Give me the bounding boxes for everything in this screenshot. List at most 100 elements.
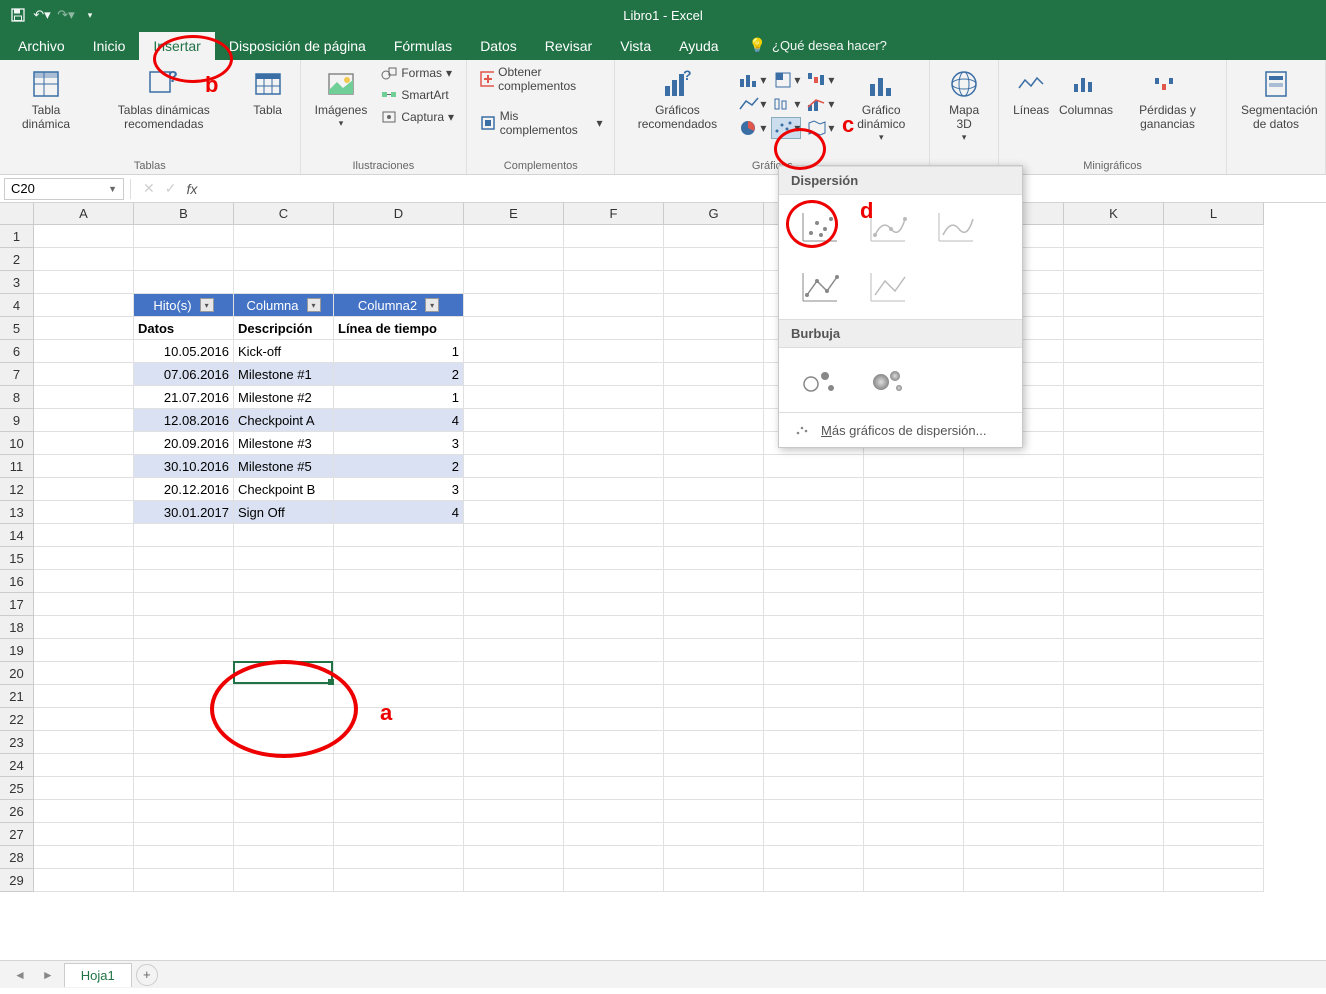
column-header[interactable]: F [564, 203, 664, 225]
cell[interactable]: 07.06.2016 [134, 363, 234, 386]
formula-input[interactable] [207, 178, 1326, 200]
cell[interactable] [864, 547, 964, 570]
cell[interactable] [964, 524, 1064, 547]
cell[interactable] [764, 639, 864, 662]
cell[interactable] [1064, 685, 1164, 708]
cell[interactable] [234, 869, 334, 892]
cell[interactable] [664, 248, 764, 271]
cell[interactable] [1064, 501, 1164, 524]
cell[interactable] [664, 294, 764, 317]
cell[interactable] [664, 409, 764, 432]
cell[interactable] [964, 616, 1064, 639]
cell[interactable] [334, 524, 464, 547]
row-header[interactable]: 18 [0, 616, 34, 639]
cell[interactable] [234, 846, 334, 869]
cell[interactable] [1064, 294, 1164, 317]
scatter-smooth-option[interactable] [931, 207, 979, 247]
tab-vista[interactable]: Vista [606, 32, 665, 60]
cell[interactable] [1164, 363, 1264, 386]
cell[interactable] [334, 708, 464, 731]
cell[interactable] [1064, 662, 1164, 685]
cell[interactable] [34, 846, 134, 869]
cell[interactable] [134, 754, 234, 777]
cell[interactable] [1064, 708, 1164, 731]
row-header[interactable]: 2 [0, 248, 34, 271]
cell[interactable] [564, 478, 664, 501]
cell[interactable] [1164, 432, 1264, 455]
pie-chart-icon[interactable]: ▾ [737, 117, 767, 139]
cell[interactable]: Milestone #3 [234, 432, 334, 455]
cell[interactable] [234, 225, 334, 248]
cell[interactable] [864, 869, 964, 892]
cell[interactable] [664, 547, 764, 570]
cell[interactable] [664, 317, 764, 340]
cell[interactable] [1164, 800, 1264, 823]
cell[interactable] [664, 754, 764, 777]
cell[interactable] [234, 685, 334, 708]
cell[interactable] [664, 777, 764, 800]
row-header[interactable]: 3 [0, 271, 34, 294]
cell[interactable]: Datos [134, 317, 234, 340]
cell[interactable] [134, 271, 234, 294]
qat-more-icon[interactable]: ▾ [80, 5, 100, 25]
cell[interactable] [134, 639, 234, 662]
cell[interactable] [234, 823, 334, 846]
cell[interactable] [34, 340, 134, 363]
cell[interactable] [764, 846, 864, 869]
row-header[interactable]: 21 [0, 685, 34, 708]
cell[interactable] [864, 777, 964, 800]
row-header[interactable]: 22 [0, 708, 34, 731]
cell[interactable] [1064, 639, 1164, 662]
cell[interactable] [464, 271, 564, 294]
cell[interactable] [764, 455, 864, 478]
line-chart-icon[interactable]: ▾ [737, 93, 767, 115]
tab-formulas[interactable]: Fórmulas [380, 32, 466, 60]
slicer-button[interactable]: Segmentación de datos [1237, 64, 1315, 134]
images-button[interactable]: Imágenes ▾ [311, 64, 372, 130]
cell[interactable] [134, 248, 234, 271]
cell[interactable] [34, 823, 134, 846]
column-header[interactable]: A [34, 203, 134, 225]
cell[interactable] [234, 777, 334, 800]
sheet-nav-next[interactable]: ► [36, 968, 60, 982]
cell[interactable] [1064, 593, 1164, 616]
cell[interactable] [334, 225, 464, 248]
cell[interactable] [334, 593, 464, 616]
scatter-lines-option[interactable] [863, 267, 911, 307]
cell[interactable] [234, 547, 334, 570]
cell[interactable] [334, 731, 464, 754]
cell[interactable] [234, 248, 334, 271]
cell[interactable] [964, 570, 1064, 593]
cell[interactable] [1064, 547, 1164, 570]
cell[interactable] [564, 616, 664, 639]
cell[interactable]: 30.10.2016 [134, 455, 234, 478]
row-header[interactable]: 26 [0, 800, 34, 823]
select-all-corner[interactable] [0, 203, 34, 225]
cell[interactable] [34, 386, 134, 409]
cell[interactable] [764, 570, 864, 593]
cell[interactable] [664, 708, 764, 731]
cell[interactable] [464, 409, 564, 432]
tab-insertar[interactable]: Insertar [139, 32, 214, 60]
cell[interactable] [664, 386, 764, 409]
cell[interactable] [1064, 800, 1164, 823]
cell[interactable] [564, 294, 664, 317]
cell[interactable] [234, 524, 334, 547]
cell[interactable]: 4 [334, 409, 464, 432]
cell[interactable] [764, 869, 864, 892]
cell[interactable] [34, 363, 134, 386]
cell[interactable] [134, 800, 234, 823]
cell[interactable]: 1 [334, 386, 464, 409]
waterfall-chart-icon[interactable]: ▾ [805, 69, 835, 91]
cell[interactable] [464, 294, 564, 317]
cell[interactable] [134, 225, 234, 248]
row-header[interactable]: 8 [0, 386, 34, 409]
capture-button[interactable]: Captura ▾ [379, 108, 456, 126]
row-header[interactable]: 19 [0, 639, 34, 662]
column-header[interactable]: D [334, 203, 464, 225]
cell[interactable] [134, 662, 234, 685]
cell[interactable]: Columna2▾ [334, 294, 464, 317]
cell[interactable] [234, 754, 334, 777]
cell[interactable] [564, 777, 664, 800]
row-header[interactable]: 1 [0, 225, 34, 248]
